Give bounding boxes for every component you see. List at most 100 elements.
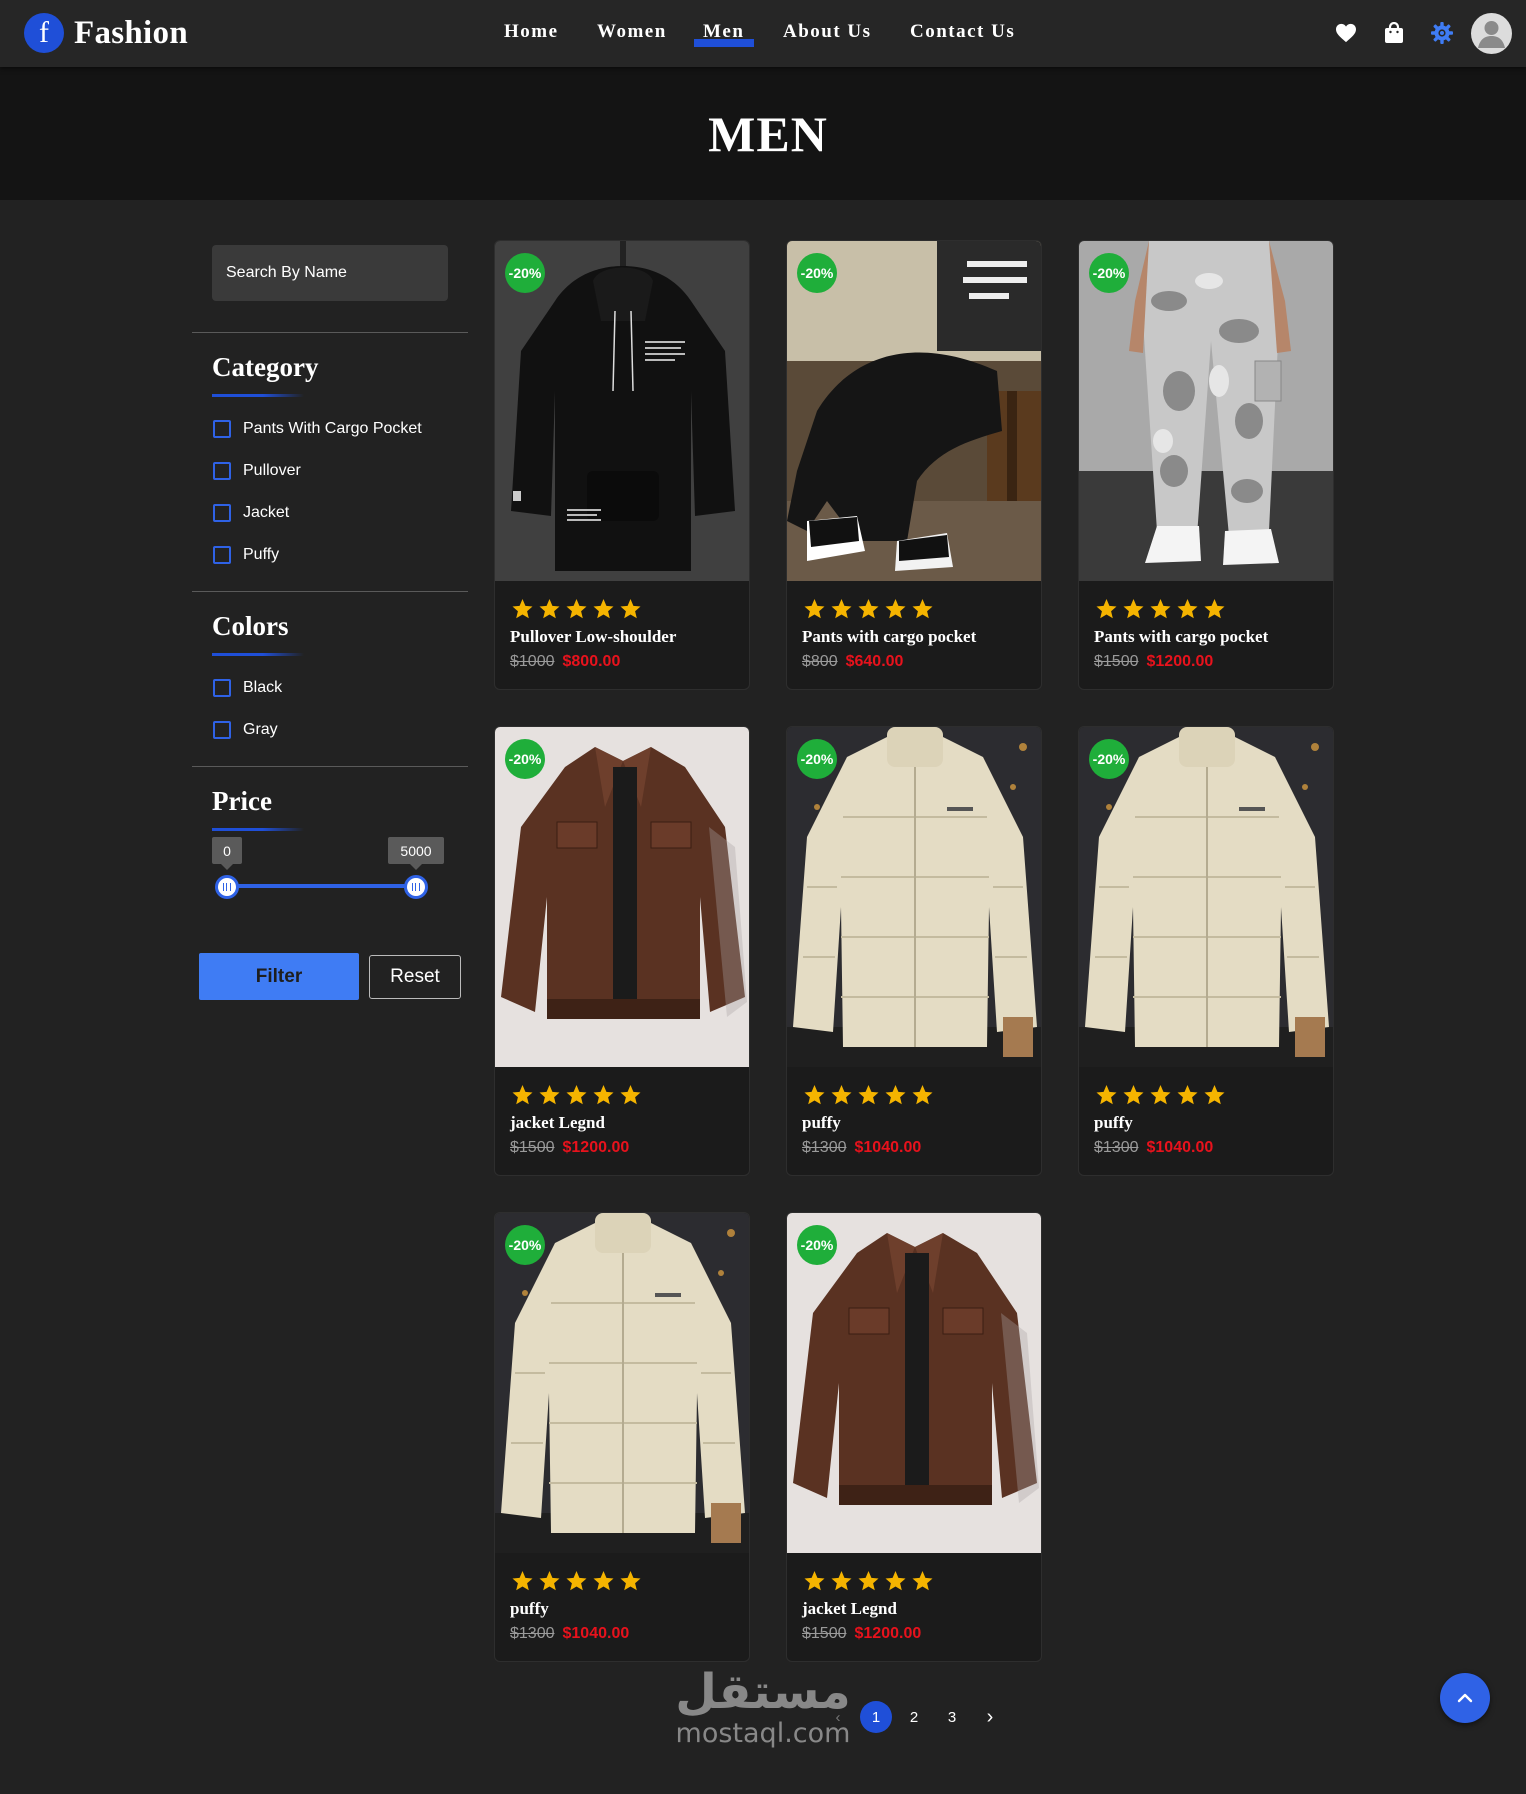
pagination-page-1[interactable]: 1: [860, 1701, 892, 1733]
product-old-price: $1000: [510, 653, 555, 670]
scroll-to-top-button[interactable]: [1440, 1673, 1490, 1723]
star-icon: [1177, 599, 1198, 619]
product-old-price: $800: [802, 653, 838, 670]
settings-gear-icon[interactable]: [1428, 19, 1456, 47]
product-image-camo-cargo-pants[interactable]: [1079, 241, 1333, 581]
product-price: $1000 $800.00: [510, 653, 620, 671]
category-option-label: Pullover: [243, 462, 301, 479]
product-name[interactable]: Pants with cargo pocket: [1094, 627, 1268, 647]
discount-badge: -20%: [505, 1225, 545, 1265]
nav-link-women[interactable]: Women: [597, 21, 667, 43]
product-name[interactable]: puffy: [802, 1113, 841, 1133]
product-price: $1300 $1040.00: [510, 1625, 629, 1643]
filter-button[interactable]: Filter: [199, 953, 359, 1000]
star-icon: [620, 1085, 641, 1105]
product-name[interactable]: puffy: [1094, 1113, 1133, 1133]
category-option-jacket[interactable]: Jacket: [213, 504, 289, 522]
star-icon: [1150, 1085, 1171, 1105]
star-icon: [858, 599, 879, 619]
product-card[interactable]: -20% Pants with cargo pocket $800 $640.00: [786, 240, 1042, 690]
product-new-price: $1040.00: [854, 1139, 922, 1156]
product-image-brown-leather-jacket[interactable]: [495, 727, 749, 1067]
pagination-page-3[interactable]: 3: [936, 1701, 968, 1733]
discount-badge: -20%: [1089, 253, 1129, 293]
color-option-black[interactable]: Black: [213, 679, 282, 697]
star-icon: [1123, 1085, 1144, 1105]
product-name[interactable]: jacket Legnd: [802, 1599, 897, 1619]
color-option-gray[interactable]: Gray: [213, 721, 278, 739]
product-card[interactable]: -20% puffy $1300 $1040.00: [494, 1212, 750, 1662]
product-card[interactable]: -20% Pants with cargo pocket $1500 $1200.…: [1078, 240, 1334, 690]
star-icon: [831, 599, 852, 619]
category-option-pants-with-cargo-pocket[interactable]: Pants With Cargo Pocket: [213, 420, 422, 438]
product-name[interactable]: puffy: [510, 1599, 549, 1619]
rating-stars: [509, 597, 644, 621]
star-icon: [593, 1571, 614, 1591]
rating-stars: [801, 1569, 936, 1593]
color-option-label: Gray: [243, 721, 278, 738]
checkbox[interactable]: [213, 420, 231, 438]
product-card[interactable]: -20% jacket Legnd $1500 $1200.00: [786, 1212, 1042, 1662]
price-range-track[interactable]: [227, 884, 416, 888]
nav-link-about-us[interactable]: About Us: [783, 21, 872, 43]
sidebar-divider: [192, 591, 468, 592]
discount-badge: -20%: [797, 1225, 837, 1265]
product-name[interactable]: Pullover Low-shoulder: [510, 627, 676, 647]
checkbox[interactable]: [213, 679, 231, 697]
star-icon: [512, 1085, 533, 1105]
product-card[interactable]: -20% puffy $1300 $1040.00: [786, 726, 1042, 1176]
checkbox[interactable]: [213, 546, 231, 564]
product-card[interactable]: -20% jacket Legnd $1500 $1200.00: [494, 726, 750, 1176]
product-image-black-cargo-pants[interactable]: [787, 241, 1041, 581]
product-name[interactable]: jacket Legnd: [510, 1113, 605, 1133]
star-icon: [512, 599, 533, 619]
product-name[interactable]: Pants with cargo pocket: [802, 627, 976, 647]
sidebar-divider: [192, 332, 468, 333]
pagination-page-2[interactable]: 2: [898, 1701, 930, 1733]
category-option-label: Puffy: [243, 546, 280, 563]
price-min-handle[interactable]: [215, 875, 239, 899]
reset-button[interactable]: Reset: [369, 955, 461, 999]
star-icon: [831, 1571, 852, 1591]
category-title: Category: [212, 352, 319, 382]
product-image-cream-puffer-jacket[interactable]: [1079, 727, 1333, 1067]
nav-link-contact-us[interactable]: Contact Us: [910, 21, 1015, 43]
product-card[interactable]: -20% puffy $1300 $1040.00: [1078, 726, 1334, 1176]
star-icon: [593, 1085, 614, 1105]
user-avatar-icon[interactable]: [1471, 13, 1512, 54]
star-icon: [804, 1571, 825, 1591]
product-image-cream-puffer-jacket[interactable]: [495, 1213, 749, 1553]
price-max-handle[interactable]: [404, 875, 428, 899]
checkbox[interactable]: [213, 721, 231, 739]
pagination-next[interactable]: ›: [974, 1701, 1006, 1733]
nav-link-home[interactable]: Home: [504, 21, 559, 43]
category-option-label: Pants With Cargo Pocket: [243, 420, 422, 437]
shopping-bag-icon[interactable]: [1380, 19, 1408, 47]
page-title: MEN: [708, 106, 828, 162]
product-old-price: $1500: [802, 1625, 847, 1642]
product-new-price: $1040.00: [1146, 1139, 1214, 1156]
product-image-cream-puffer-jacket[interactable]: [787, 727, 1041, 1067]
category-option-pullover[interactable]: Pullover: [213, 462, 301, 480]
pagination-prev[interactable]: ‹: [822, 1701, 854, 1733]
star-icon: [912, 599, 933, 619]
category-option-puffy[interactable]: Puffy: [213, 546, 279, 564]
product-card[interactable]: -20% Pullover Low-shoulder $1000 $800.00: [494, 240, 750, 690]
product-price: $1300 $1040.00: [802, 1139, 921, 1157]
heart-icon[interactable]: [1332, 19, 1360, 47]
product-new-price: $1200.00: [562, 1139, 630, 1156]
star-icon: [858, 1571, 879, 1591]
price-title-underline: [212, 828, 304, 831]
star-icon: [566, 1085, 587, 1105]
star-icon: [858, 1085, 879, 1105]
checkbox[interactable]: [213, 462, 231, 480]
checkbox[interactable]: [213, 504, 231, 522]
product-image-brown-leather-jacket[interactable]: [787, 1213, 1041, 1553]
brand-logo[interactable]: f Fashion: [24, 13, 188, 53]
search-input[interactable]: [212, 245, 448, 301]
product-image-black-hoodie[interactable]: [495, 241, 749, 581]
star-icon: [566, 599, 587, 619]
price-min-tooltip: 0: [212, 837, 242, 870]
chevron-up-icon: [1457, 1693, 1473, 1703]
discount-badge: -20%: [505, 253, 545, 293]
